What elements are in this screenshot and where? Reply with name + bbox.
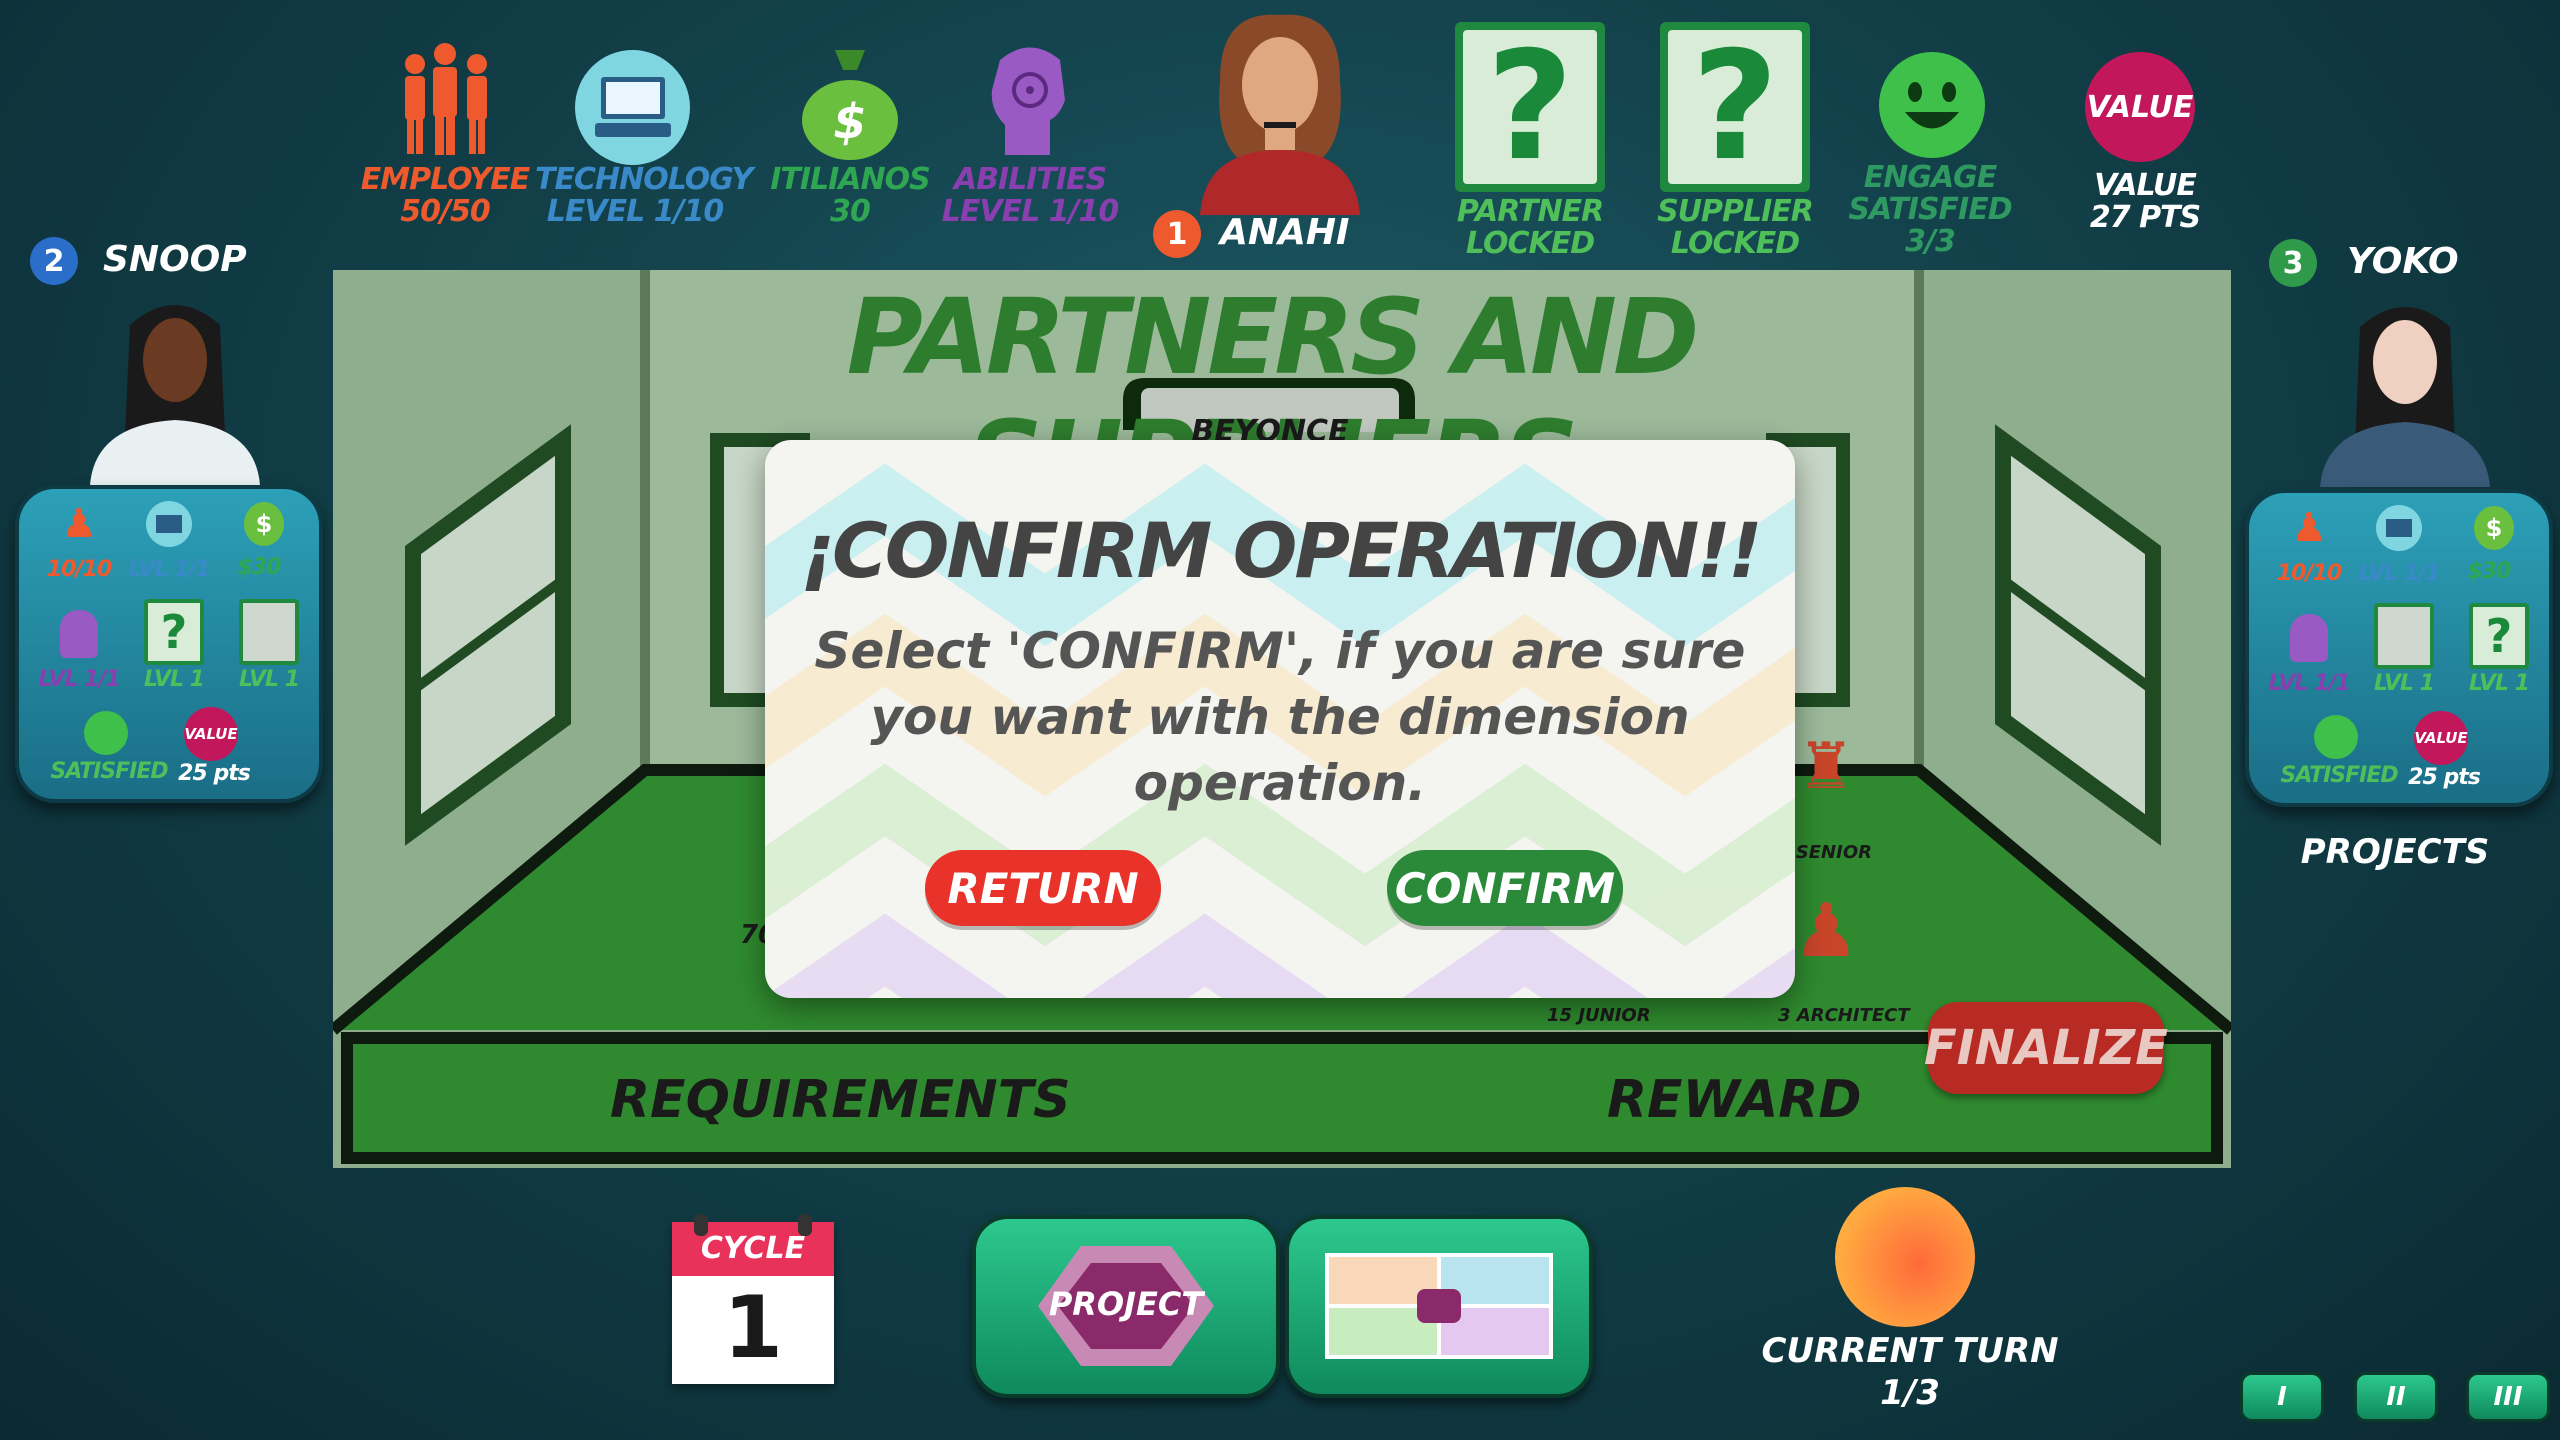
modal-message-line2: you want with the dimension <box>870 688 1690 746</box>
confirm-button[interactable]: CONFIRM <box>1387 850 1623 926</box>
page-button-1[interactable]: I <box>2240 1372 2324 1422</box>
confirm-modal: ¡CONFIRM OPERATION!! Select 'CONFIRM', i… <box>765 440 1795 998</box>
project-button[interactable]: PROJECT <box>972 1215 1280 1398</box>
current-turn: CURRENT TURN 1/3 <box>1760 1185 2060 1425</box>
cycle-value: 1 <box>723 1278 783 1378</box>
cycle-calendar: CYCLE 1 <box>672 1214 834 1384</box>
modal-message-line1: Select 'CONFIRM', if you are sure <box>814 622 1746 680</box>
project-label: PROJECT <box>1048 1285 1204 1323</box>
dimensions-button[interactable] <box>1285 1215 1593 1398</box>
modal-message-line3: operation. <box>1133 754 1427 812</box>
page-button-3[interactable]: III <box>2466 1372 2550 1422</box>
center-node-icon <box>1417 1289 1461 1323</box>
current-turn-label: CURRENT TURN <box>1761 1331 2059 1371</box>
calendar-ring-icon <box>694 1214 708 1236</box>
modal-title: ¡CONFIRM OPERATION!! <box>800 506 1762 595</box>
page-button-2[interactable]: II <box>2354 1372 2438 1422</box>
calendar-ring-icon <box>798 1214 812 1236</box>
current-turn-value: 1/3 <box>1880 1373 1940 1413</box>
turn-sun-icon <box>1835 1187 1975 1327</box>
return-button[interactable]: RETURN <box>925 850 1161 926</box>
